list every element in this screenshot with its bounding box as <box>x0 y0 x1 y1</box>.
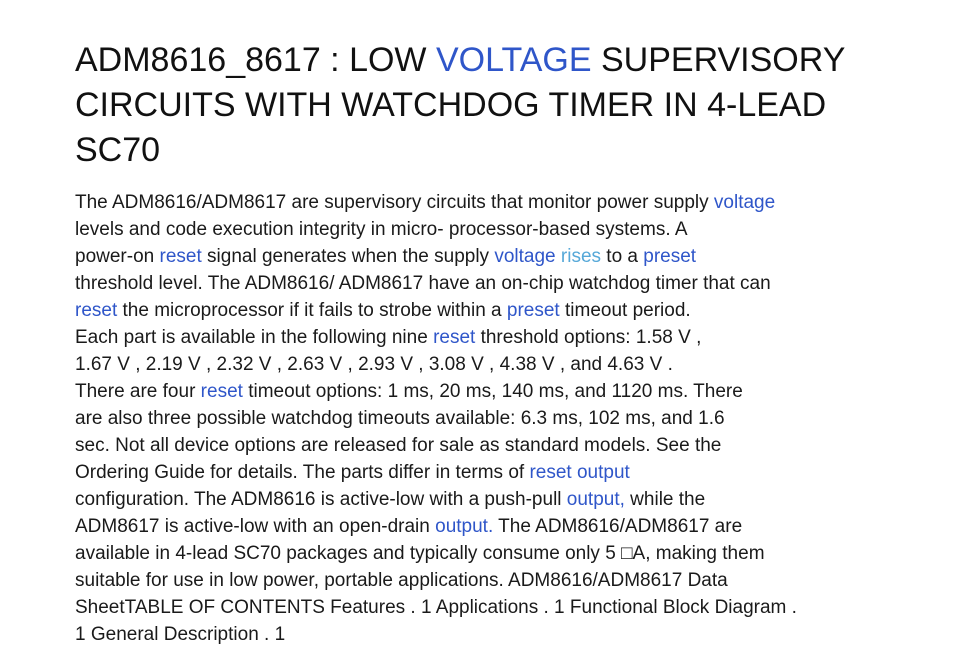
body-text: The ADM8616/ADM8617 are <box>493 516 743 537</box>
document-body: The ADM8616/ADM8617 are supervisory circ… <box>75 189 905 648</box>
keyword-link[interactable]: reset <box>75 300 117 321</box>
body-line: are also three possible watchdog timeout… <box>75 408 725 429</box>
body-text: ADM8617 is active-low with an open-drain <box>75 516 436 537</box>
body-text: the microprocessor if it fails to strobe… <box>117 300 507 321</box>
keyword-link[interactable]: voltage <box>494 246 555 267</box>
body-text: configuration. The ADM8616 is active-low… <box>75 489 567 510</box>
body-line: threshold level. The ADM8616/ ADM8617 ha… <box>75 273 771 294</box>
body-line: Each part is available in the following … <box>75 324 905 351</box>
title-text: SUPERVISORY <box>591 41 846 79</box>
keyword-link[interactable]: output, <box>567 489 625 510</box>
document-title: ADM8616_8617 : LOW VOLTAGE SUPERVISORY C… <box>75 38 905 173</box>
title-line-1: ADM8616_8617 : LOW VOLTAGE SUPERVISORY <box>75 38 905 83</box>
body-text: There are four <box>75 381 201 402</box>
keyword-link[interactable]: voltage <box>714 192 775 213</box>
body-text: while the <box>624 489 706 510</box>
body-line: The ADM8616/ADM8617 are supervisory circ… <box>75 189 905 216</box>
body-text: threshold options: 1.58 V , <box>475 327 702 348</box>
body-text: signal generates when the supply <box>201 246 495 267</box>
body-line: levels and code execution integrity in m… <box>75 219 688 240</box>
body-line: configuration. The ADM8616 is active-low… <box>75 486 905 513</box>
body-text: timeout options: 1 ms, 20 ms, 140 ms, an… <box>242 381 743 402</box>
body-text: to a <box>601 246 644 267</box>
body-line: SheetTABLE OF CONTENTS Features . 1 Appl… <box>75 597 797 618</box>
keyword-link[interactable]: reset <box>433 327 475 348</box>
body-text: The ADM8616/ADM8617 are supervisory circ… <box>75 192 714 213</box>
title-line-2: CIRCUITS WITH WATCHDOG TIMER IN 4-LEAD <box>75 86 827 124</box>
body-text: Ordering Guide for details. The parts di… <box>75 462 530 483</box>
keyword-link[interactable]: preset <box>507 300 560 321</box>
body-line: 1.67 V , 2.19 V , 2.32 V , 2.63 V , 2.93… <box>75 354 673 375</box>
document-page: ADM8616_8617 : LOW VOLTAGE SUPERVISORY C… <box>75 38 905 648</box>
body-line: Ordering Guide for details. The parts di… <box>75 459 905 486</box>
body-line: power-on reset signal generates when the… <box>75 243 905 270</box>
body-line: ADM8617 is active-low with an open-drain… <box>75 513 905 540</box>
body-line: suitable for use in low power, portable … <box>75 570 728 591</box>
body-text: power-on <box>75 246 160 267</box>
keyword-link[interactable]: VOLTAGE <box>436 41 592 79</box>
title-text: ADM8616_8617 : LOW <box>75 41 436 79</box>
body-line: There are four reset timeout options: 1 … <box>75 378 905 405</box>
keyword-link[interactable]: reset output <box>529 462 629 483</box>
title-line-3: SC70 <box>75 131 161 169</box>
keyword-link[interactable]: reset <box>160 246 202 267</box>
keyword-link[interactable]: rises <box>561 246 601 267</box>
body-line: sec. Not all device options are released… <box>75 435 722 456</box>
body-text: timeout period. <box>559 300 691 321</box>
keyword-link[interactable]: output. <box>435 516 493 537</box>
keyword-link[interactable]: preset <box>643 246 696 267</box>
body-text: Each part is available in the following … <box>75 327 434 348</box>
body-line: reset the microprocessor if it fails to … <box>75 297 905 324</box>
keyword-link[interactable]: reset <box>201 381 243 402</box>
body-line: available in 4-lead SC70 packages and ty… <box>75 543 765 564</box>
body-line: 1 General Description . 1 <box>75 624 286 645</box>
